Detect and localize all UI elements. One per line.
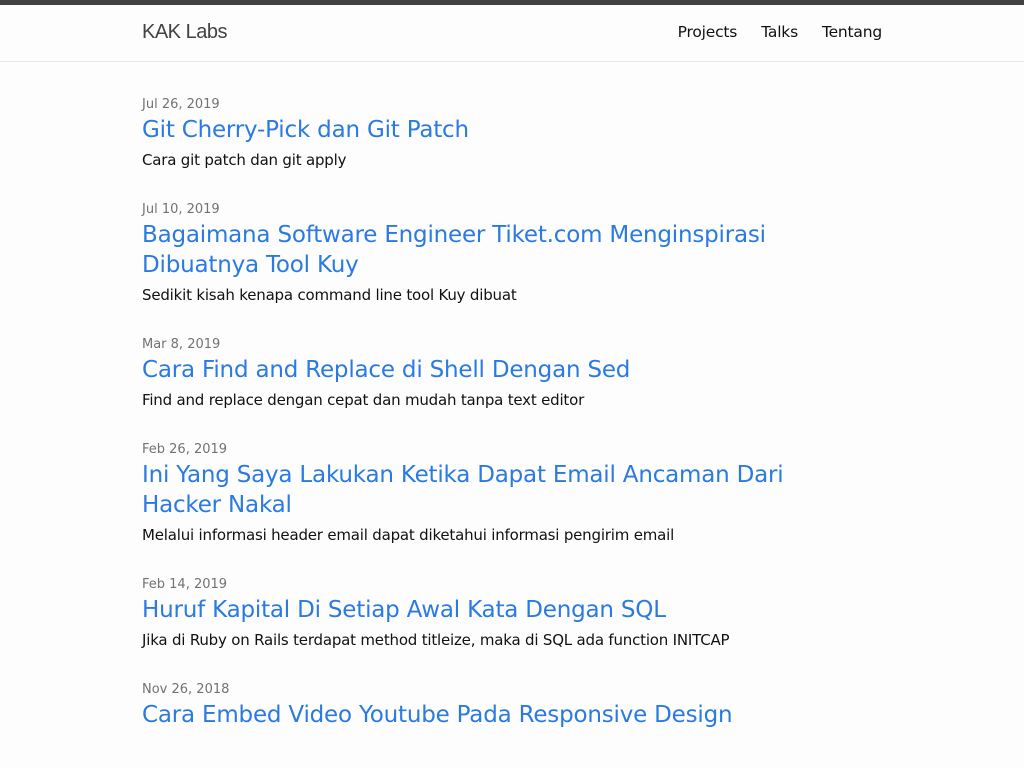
post-date: Feb 26, 2019 <box>142 442 228 457</box>
post-title-link[interactable]: Cara Find and Replace di Shell Dengan Se… <box>142 355 812 385</box>
site-header: KAK Labs Projects Talks Tentang <box>0 5 1024 62</box>
post-excerpt: Cara git patch dan git apply <box>142 151 347 169</box>
post-item: Jul 26, 2019 Git Cherry-Pick dan Git Pat… <box>142 96 882 171</box>
post-title-link[interactable]: Cara Embed Video Youtube Pada Responsive… <box>142 700 812 730</box>
post-title-link[interactable]: Bagaimana Software Engineer Tiket.com Me… <box>142 220 812 280</box>
post-date: Feb 14, 2019 <box>142 577 228 592</box>
post-title-link[interactable]: Git Cherry-Pick dan Git Patch <box>142 115 812 145</box>
nav-link-talks[interactable]: Talks <box>761 23 798 41</box>
post-item: Nov 26, 2018 Cara Embed Video Youtube Pa… <box>142 681 882 730</box>
post-excerpt: Jika di Ruby on Rails terdapat method ti… <box>142 631 730 649</box>
nav-link-tentang[interactable]: Tentang <box>822 23 882 41</box>
post-date: Jul 26, 2019 <box>142 97 220 112</box>
post-date: Nov 26, 2018 <box>142 682 230 697</box>
post-title-link[interactable]: Ini Yang Saya Lakukan Ketika Dapat Email… <box>142 460 812 520</box>
site-title-link[interactable]: KAK Labs <box>142 21 227 44</box>
post-item: Feb 14, 2019 Huruf Kapital Di Setiap Awa… <box>142 576 882 651</box>
header-container: KAK Labs Projects Talks Tentang <box>142 5 882 61</box>
main-nav: Projects Talks Tentang <box>678 23 883 41</box>
post-excerpt: Melalui informasi header email dapat dik… <box>142 526 675 544</box>
post-item: Mar 8, 2019 Cara Find and Replace di She… <box>142 336 882 411</box>
post-item: Feb 26, 2019 Ini Yang Saya Lakukan Ketik… <box>142 441 882 546</box>
post-excerpt: Find and replace dengan cepat dan mudah … <box>142 391 585 409</box>
post-title-link[interactable]: Huruf Kapital Di Setiap Awal Kata Dengan… <box>142 595 812 625</box>
post-date: Jul 10, 2019 <box>142 202 220 217</box>
post-item: Jul 10, 2019 Bagaimana Software Engineer… <box>142 201 882 306</box>
post-list: Jul 26, 2019 Git Cherry-Pick dan Git Pat… <box>142 96 882 760</box>
post-date: Mar 8, 2019 <box>142 337 221 352</box>
post-excerpt: Sedikit kisah kenapa command line tool K… <box>142 286 517 304</box>
nav-link-projects[interactable]: Projects <box>678 23 738 41</box>
